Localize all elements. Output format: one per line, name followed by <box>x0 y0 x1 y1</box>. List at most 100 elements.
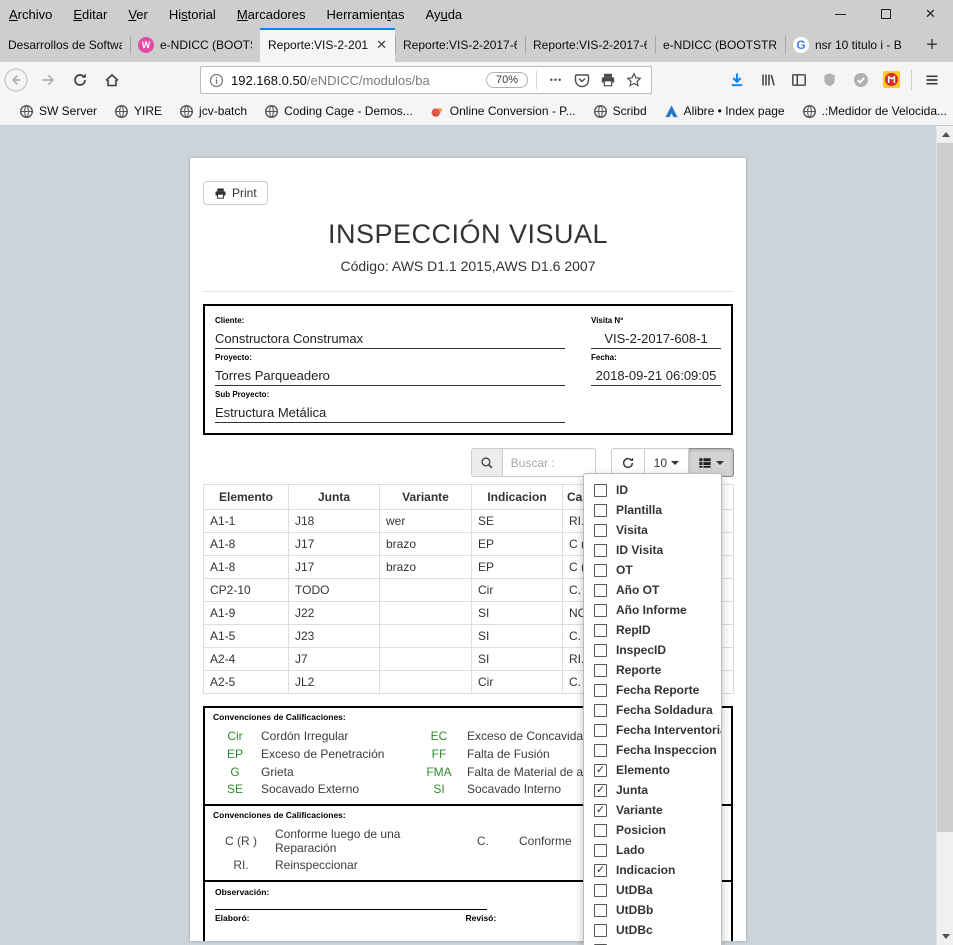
checkbox[interactable] <box>594 724 607 737</box>
menu-ayuda[interactable]: Ayuda <box>426 7 463 22</box>
downloads-button[interactable] <box>721 65 752 95</box>
checkbox[interactable] <box>594 924 607 937</box>
tab-endicc-2[interactable]: e-NDICC (BOOTSTRA <box>655 28 785 62</box>
bookmark-online-conversion[interactable]: Online Conversion - P... <box>430 104 576 119</box>
new-tab-button[interactable] <box>915 28 949 62</box>
dropdown-item-ano-ot[interactable]: Año OT <box>584 580 721 600</box>
tab-reporte-3[interactable]: Reporte:VIS-2-2017-6 <box>525 28 655 62</box>
status-check-button[interactable] <box>845 65 876 95</box>
checkbox[interactable] <box>594 784 607 797</box>
menu-herramientas[interactable]: Herramientas <box>326 7 404 22</box>
scroll-up-button[interactable] <box>937 126 953 143</box>
checkbox[interactable] <box>594 804 607 817</box>
tab-desarrollos[interactable]: Desarrollos de Softwa <box>0 28 130 62</box>
url-bar[interactable]: 192.168.0.50/eNDICC/modulos/ba 70% <box>200 66 652 94</box>
print-page-button[interactable] <box>595 68 621 92</box>
back-button[interactable] <box>0 65 32 95</box>
search-input[interactable] <box>502 448 596 477</box>
dropdown-item-id[interactable]: ID <box>584 480 721 500</box>
bookmark-jcv-batch[interactable]: jcv-batch <box>179 104 247 119</box>
dropdown-item-fecha-soldadura[interactable]: Fecha Soldadura <box>584 700 721 720</box>
checkbox[interactable] <box>594 764 607 777</box>
dropdown-item-utdbc[interactable]: UtDBc <box>584 920 721 940</box>
checkbox[interactable] <box>594 504 607 517</box>
dropdown-item-fecha-inspeccion[interactable]: Fecha Inspeccion <box>584 740 721 760</box>
menu-editar[interactable]: Editar <box>73 7 107 22</box>
forward-button[interactable] <box>32 65 64 95</box>
mcafee-extension-button[interactable] <box>876 65 907 95</box>
dropdown-item-lado[interactable]: Lado <box>584 840 721 860</box>
checkbox[interactable] <box>594 704 607 717</box>
menu-marcadores[interactable]: Marcadores <box>237 7 306 22</box>
bookmark-sw-server[interactable]: SW Server <box>19 104 97 119</box>
scroll-down-button[interactable] <box>937 928 953 945</box>
checkbox[interactable] <box>594 824 607 837</box>
dropdown-item-indicacion[interactable]: Indicacion <box>584 860 721 880</box>
print-button[interactable]: Print <box>203 181 268 205</box>
checkbox[interactable] <box>594 644 607 657</box>
tab-reporte-active[interactable]: Reporte:VIS-2-201 <box>260 28 395 62</box>
checkbox[interactable] <box>594 744 607 757</box>
menu-archivo[interactable]: Archivo <box>9 7 52 22</box>
checkbox[interactable] <box>594 564 607 577</box>
maximize-button[interactable] <box>863 0 908 28</box>
dropdown-item-reporte[interactable]: Reporte <box>584 660 721 680</box>
tab-close-icon[interactable] <box>376 37 387 53</box>
minimize-button[interactable] <box>818 0 863 28</box>
dropdown-item-visita[interactable]: Visita <box>584 520 721 540</box>
checkbox[interactable] <box>594 684 607 697</box>
dropdown-item-utdba[interactable]: UtDBa <box>584 880 721 900</box>
checkbox[interactable] <box>594 484 607 497</box>
menu-historial[interactable]: Historial <box>169 7 216 22</box>
home-button[interactable] <box>96 65 128 95</box>
dropdown-item-utdbb[interactable]: UtDBb <box>584 900 721 920</box>
bookmark-star-button[interactable] <box>621 68 647 92</box>
scrollbar-thumb[interactable] <box>937 143 953 832</box>
reload-button[interactable] <box>64 65 96 95</box>
dropdown-item-fecha-interventoria[interactable]: Fecha Interventoria <box>584 720 721 740</box>
dropdown-item-posicion[interactable]: Posicion <box>584 820 721 840</box>
hamburger-menu-button[interactable] <box>916 65 947 95</box>
search-button[interactable] <box>471 448 502 477</box>
dropdown-item-plantilla[interactable]: Plantilla <box>584 500 721 520</box>
bookmark-medidor-velocidad[interactable]: .:Medidor de Velocida... <box>802 104 947 119</box>
checkbox[interactable] <box>594 624 607 637</box>
pocket-button[interactable] <box>569 68 595 92</box>
checkbox[interactable] <box>594 584 607 597</box>
checkbox[interactable] <box>594 864 607 877</box>
bookmark-coding-cage[interactable]: Coding Cage - Demos... <box>264 104 413 119</box>
tab-reporte-2[interactable]: Reporte:VIS-2-2017-6 <box>395 28 525 62</box>
site-info-icon[interactable] <box>209 73 224 88</box>
extension-shield-button[interactable] <box>814 65 845 95</box>
sidebar-button[interactable] <box>783 65 814 95</box>
dropdown-item-utdbd[interactable]: UtDBd <box>584 940 721 945</box>
library-button[interactable] <box>752 65 783 95</box>
checkbox[interactable] <box>594 904 607 917</box>
dropdown-item-junta[interactable]: Junta <box>584 780 721 800</box>
dropdown-item-variante[interactable]: Variante <box>584 800 721 820</box>
dropdown-item-ano-informe[interactable]: Año Informe <box>584 600 721 620</box>
bookmark-alibre[interactable]: Alibre • Index page <box>664 104 785 119</box>
checkbox[interactable] <box>594 884 607 897</box>
dropdown-item-elemento[interactable]: Elemento <box>584 760 721 780</box>
zoom-level-button[interactable]: 70% <box>486 72 528 88</box>
dropdown-item-repid[interactable]: RepID <box>584 620 721 640</box>
page-actions-button[interactable] <box>543 68 569 92</box>
checkbox[interactable] <box>594 544 607 557</box>
checkbox[interactable] <box>594 604 607 617</box>
tab-google-search[interactable]: nsr 10 titulo i - B <box>785 28 915 62</box>
checkbox[interactable] <box>594 524 607 537</box>
page-scrollbar[interactable] <box>936 126 953 945</box>
tab-endicc-1[interactable]: e-NDICC (BOOTS <box>130 28 260 62</box>
bookmark-scribd[interactable]: Scribd <box>593 104 647 119</box>
close-button[interactable] <box>908 0 953 28</box>
dropdown-item-id-visita[interactable]: ID Visita <box>584 540 721 560</box>
bookmark-yire[interactable]: YIRE <box>114 104 162 119</box>
dropdown-item-ot[interactable]: OT <box>584 560 721 580</box>
checkbox[interactable] <box>594 664 607 677</box>
check-circle-icon <box>853 72 869 88</box>
dropdown-item-inspecid[interactable]: InspecID <box>584 640 721 660</box>
menu-ver[interactable]: Ver <box>128 7 148 22</box>
checkbox[interactable] <box>594 844 607 857</box>
dropdown-item-fecha-reporte[interactable]: Fecha Reporte <box>584 680 721 700</box>
